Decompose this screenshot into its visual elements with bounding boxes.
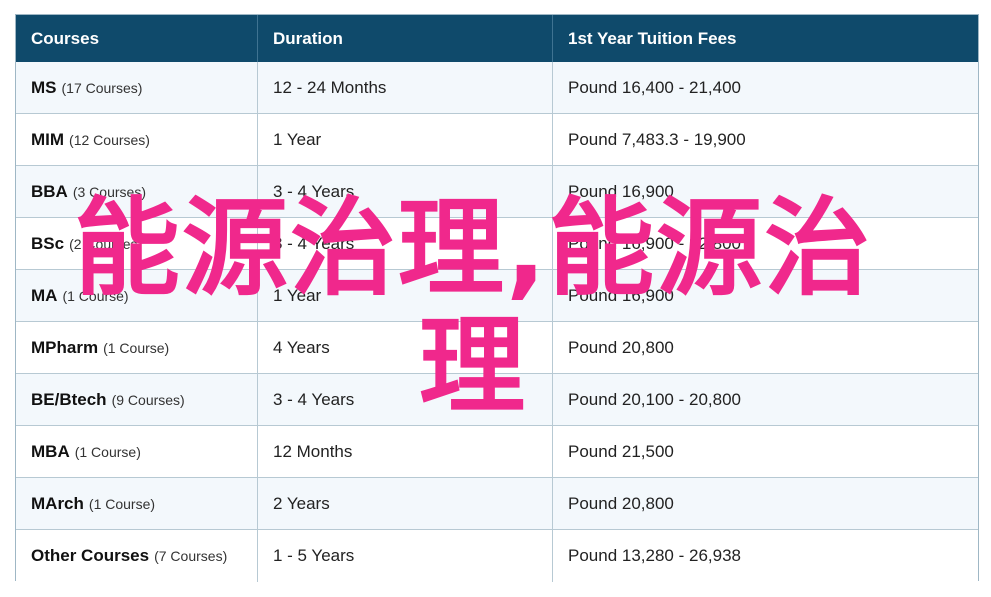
table-row: MIM (12 Courses) 1 Year Pound 7,483.3 - 19,… [16,114,978,166]
course-count: (1 Course) [74,443,141,460]
fees-cell: Pound 20,100 - 20,800 [568,389,741,409]
duration-cell: 3 - 4 Years [258,374,553,425]
course-cell: MPharm (1 Course) [16,322,258,373]
duration-cell: 3 - 4 Years [258,218,553,269]
fees-cell: Pound 16,900 [568,285,674,305]
course-cell: MIM (12 Courses) [16,114,258,165]
course-cell: MBA (1 Course) [16,426,258,477]
table-header-row: Courses Duration 1st Year Tuition Fees [16,15,978,62]
course-name[interactable]: MBA [31,442,70,462]
fees-cell: Pound 7,483.3 - 19,900 [568,129,746,149]
header-duration: Duration [258,15,553,62]
course-count: (7 Courses) [154,548,228,564]
duration-cell: 4 Years [258,322,553,373]
course-name[interactable]: BSc [31,234,64,254]
course-fees-table: Courses Duration 1st Year Tuition Fees M… [15,14,979,582]
course-cell: BE/Btech (9 Courses) [16,374,258,425]
table-row: BSc (2 Courses) 3 - 4 Years Pound 16,900 - … [16,218,978,270]
course-name[interactable]: MIM [31,130,64,150]
fees-cell: Pound 16,900 - 22,800 [568,233,741,253]
course-cell: BBA (3 Courses) [16,166,258,217]
table-row: BBA (3 Courses) 3 - 4 Years Pound 16,900 [16,166,978,218]
course-name[interactable]: BBA [31,182,68,202]
course-name[interactable]: BE/Btech [31,390,107,410]
course-count: (1 Course) [103,339,170,356]
table-row: MPharm (1 Course) 4 Years Pound 20,800 [16,322,978,374]
duration-cell: 12 - 24 Months [258,62,553,113]
course-count: (9 Courses) [111,391,185,408]
duration-cell: 3 - 4 Years [258,166,553,217]
course-count: (2 Courses) [69,235,143,252]
course-count: (1 Course) [62,287,129,304]
course-count: (17 Courses) [61,79,143,96]
fees-cell: Pound 20,800 [568,493,674,513]
duration-cell: 1 Year [258,270,553,321]
table-row: BE/Btech (9 Courses) 3 - 4 Years Pound 20,1… [16,374,978,426]
fees-cell: Pound 16,400 - 21,400 [568,77,741,97]
table-row: MS (17 Courses) 12 - 24 Months Pound 16,400… [16,62,978,114]
course-name[interactable]: MS [31,78,57,98]
table-row: MBA (1 Course) 12 Months Pound 21,500 [16,426,978,478]
course-cell: BSc (2 Courses) [16,218,258,269]
course-name[interactable]: MA [31,286,57,306]
table-row: Other Courses (7 Courses) 1 - 5 Years Pound… [16,530,978,582]
course-name[interactable]: MArch [31,494,84,514]
fees-cell: Pound 16,900 [568,181,674,201]
duration-cell: 1 - 5 Years [258,530,553,582]
fees-cell: Pound 13,280 - 26,938 [568,546,741,565]
header-courses: Courses [16,15,258,62]
course-name[interactable]: MPharm [31,338,98,358]
course-count: (12 Courses) [69,131,150,148]
fees-cell: Pound 21,500 [568,441,674,461]
course-cell: Other Courses (7 Courses) [16,530,258,582]
course-cell: MS (17 Courses) [16,62,258,113]
duration-cell: 12 Months [258,426,553,477]
table-row: MA (1 Course) 1 Year Pound 16,900 [16,270,978,322]
duration-cell: 1 Year [258,114,553,165]
header-fees: 1st Year Tuition Fees [568,28,737,48]
course-cell: MArch (1 Course) [16,478,258,529]
table-row: MArch (1 Course) 2 Years Pound 20,800 [16,478,978,530]
fees-cell: Pound 20,800 [568,337,674,357]
course-cell: MA (1 Course) [16,270,258,321]
course-count: (1 Course) [88,495,156,512]
duration-cell: 2 Years [258,478,553,529]
course-name[interactable]: Other Courses [31,546,149,566]
course-count: (3 Courses) [72,183,146,200]
